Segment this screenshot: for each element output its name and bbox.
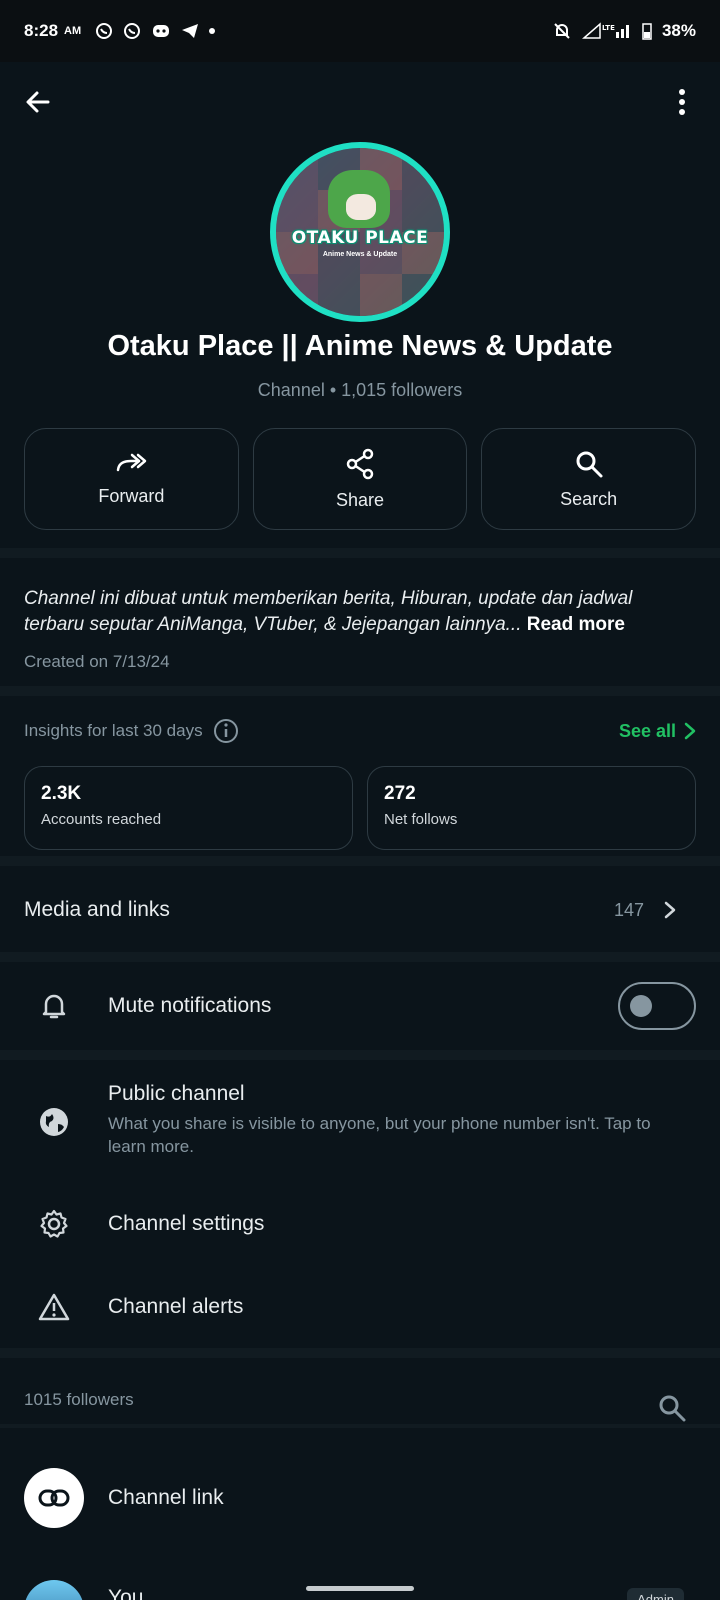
- avatar-character-face: [346, 194, 376, 220]
- bell-icon: [36, 988, 72, 1024]
- mute-notifications-label: Mute notifications: [108, 994, 272, 1017]
- top-bar: [0, 62, 720, 148]
- channel-avatar[interactable]: OTAKU PLACE Anime News & Update: [270, 142, 450, 322]
- public-channel-subtitle: What you share is visible to anyone, but…: [108, 1114, 651, 1156]
- media-links-title: Media and links: [24, 898, 170, 921]
- channel-description: Channel ini dibuat untuk memberikan beri…: [24, 586, 696, 638]
- created-date: Created on 7/13/24: [24, 652, 170, 671]
- battery-icon: [642, 23, 652, 40]
- gear-icon: [36, 1206, 72, 1242]
- channel-alerts-label: Channel alerts: [108, 1295, 244, 1318]
- insights-title: Insights for last 30 days: [24, 721, 203, 740]
- forward-button[interactable]: Forward: [24, 428, 239, 530]
- stat-label: Accounts reached: [41, 811, 162, 828]
- search-button[interactable]: Search: [481, 428, 697, 530]
- section-divider: [0, 856, 720, 866]
- section-divider: [0, 1424, 720, 1428]
- telegram-icon: [182, 24, 199, 38]
- read-more-link[interactable]: Read more: [527, 614, 625, 635]
- section-divider: [0, 952, 720, 962]
- public-channel-title: Public channel: [108, 1082, 245, 1105]
- bell-off-icon: [554, 23, 570, 39]
- battery-percent: 38%: [661, 21, 696, 40]
- see-all-link[interactable]: See all: [619, 721, 696, 742]
- toggle-knob: [630, 995, 652, 1017]
- channel-alerts-row[interactable]: Channel alerts: [0, 1266, 720, 1348]
- whatsapp-icon: [96, 23, 113, 39]
- more-vertical-icon: [679, 89, 685, 115]
- status-time: 8:28: [24, 21, 59, 40]
- section-divider: [0, 686, 720, 696]
- forward-label: Forward: [98, 485, 165, 506]
- channel-link-row[interactable]: Channel link: [0, 1448, 720, 1548]
- section-divider: [0, 548, 720, 558]
- stat-value: 272: [384, 783, 416, 804]
- stat-card-accounts-reached[interactable]: 2.3K Accounts reached: [24, 766, 353, 850]
- channel-name: Otaku Place || Anime News & Update: [107, 330, 613, 362]
- channel-meta: Channel • 1,015 followers: [257, 380, 463, 400]
- media-links-row[interactable]: Media and links 147: [0, 868, 720, 952]
- home-indicator[interactable]: [306, 1586, 414, 1591]
- stat-label: Net follows: [384, 811, 458, 828]
- svg-text:LTE: LTE: [602, 24, 615, 32]
- search-followers-button[interactable]: [658, 1394, 686, 1427]
- globe-icon: [36, 1104, 72, 1140]
- media-links-count: 147: [613, 899, 644, 920]
- insights-header: Insights for last 30 days See all: [24, 718, 696, 744]
- chevron-right-icon: [684, 722, 696, 740]
- public-channel-text: Public channel What you share is visible…: [108, 1082, 668, 1158]
- share-label: Share: [335, 489, 385, 510]
- status-ampm: AM: [64, 25, 82, 37]
- info-icon[interactable]: [213, 718, 239, 744]
- search-icon: [576, 451, 603, 477]
- channel-settings-label: Channel settings: [108, 1212, 265, 1235]
- stat-value: 2.3K: [41, 783, 82, 804]
- see-all-label: See all: [618, 720, 676, 741]
- back-button[interactable]: [18, 82, 58, 122]
- channel-link-label: Channel link: [108, 1486, 224, 1509]
- action-buttons: Forward Share Search: [24, 428, 697, 530]
- warning-icon: [36, 1289, 72, 1325]
- insights-stats: 2.3K Accounts reached 272 Net follows: [24, 766, 696, 850]
- whatsapp-icon: [124, 23, 141, 39]
- notification-icons: [95, 22, 216, 40]
- section-divider: [0, 1348, 720, 1358]
- discord-icon: [153, 25, 170, 37]
- section-divider: [0, 1050, 720, 1060]
- stat-card-net-follows[interactable]: 272 Net follows: [367, 766, 696, 850]
- status-bar: 8:28 AM LTE 38%: [0, 0, 720, 62]
- search-icon: [659, 1395, 686, 1422]
- avatar-logo-subtext: Anime News & Update: [322, 251, 398, 258]
- mute-notifications-row[interactable]: Mute notifications: [0, 962, 720, 1050]
- mute-toggle[interactable]: [618, 982, 696, 1030]
- avatar: [24, 1580, 84, 1600]
- chevron-right-icon: [664, 901, 676, 919]
- more-notifications-dot: [209, 28, 216, 34]
- public-channel-row[interactable]: Public channel What you share is visible…: [0, 1060, 720, 1178]
- signal-icon: LTE: [581, 22, 629, 39]
- admin-badge: Admin: [627, 1588, 684, 1600]
- share-icon: [346, 448, 374, 479]
- arrow-left-icon: [26, 91, 50, 113]
- share-button[interactable]: Share: [252, 428, 468, 530]
- followers-count-header: 1015 followers: [24, 1390, 134, 1409]
- channel-settings-row[interactable]: Channel settings: [0, 1182, 720, 1266]
- follower-name: You: [108, 1586, 144, 1600]
- avatar-logo-text: OTAKU PLACE: [291, 228, 429, 248]
- search-label: Search: [560, 488, 618, 509]
- more-options-button[interactable]: [662, 82, 702, 122]
- forward-icon: [117, 453, 147, 471]
